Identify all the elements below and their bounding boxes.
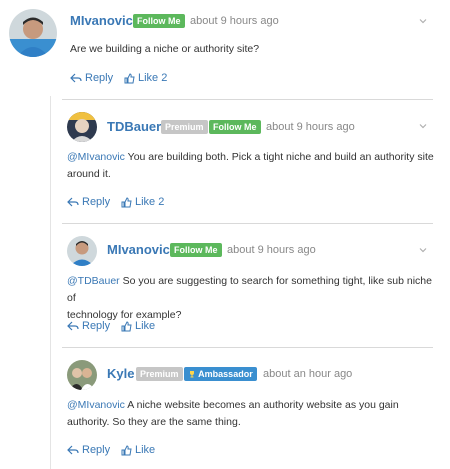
timestamp: about an hour ago <box>263 368 353 380</box>
avatar[interactable] <box>67 360 97 390</box>
reply-button[interactable]: Reply <box>70 71 113 85</box>
premium-badge: Premium <box>161 120 208 134</box>
divider <box>62 223 433 224</box>
avatar[interactable] <box>67 236 97 266</box>
chevron-down-icon[interactable] <box>419 122 427 130</box>
thread-line <box>50 96 51 469</box>
like-button[interactable]: Like 2 <box>124 71 167 85</box>
comment-text: @MIvanovic A niche website becomes an au… <box>67 399 399 428</box>
reply-button[interactable]: Reply <box>67 443 110 457</box>
comment-text: @MIvanovic You are building both. Pick a… <box>67 151 434 180</box>
divider <box>62 347 433 348</box>
thumbs-up-icon <box>121 320 132 331</box>
username[interactable]: Kyle <box>107 366 134 382</box>
reply-arrow-icon <box>67 197 79 207</box>
follow-me-badge[interactable]: Follow Me <box>209 120 261 134</box>
reply-arrow-icon <box>67 445 79 455</box>
username[interactable]: MIvanovic <box>107 242 170 258</box>
comment-text: Are we building a niche or authority sit… <box>70 43 260 55</box>
ambassador-badge: Ambassador <box>184 367 257 381</box>
thumbs-up-icon <box>121 196 132 207</box>
mention-link[interactable]: @TDBauer <box>67 275 120 287</box>
mention-link[interactable]: @MIvanovic <box>67 151 125 163</box>
reply-button[interactable]: Reply <box>67 195 110 209</box>
follow-me-badge[interactable]: Follow Me <box>170 243 222 257</box>
timestamp: about 9 hours ago <box>190 15 279 27</box>
thumbs-up-icon <box>124 72 135 83</box>
chevron-down-icon[interactable] <box>419 246 427 254</box>
timestamp: about 9 hours ago <box>266 121 355 133</box>
like-button[interactable]: Like <box>121 319 155 333</box>
like-button[interactable]: Like 2 <box>121 195 164 209</box>
thumbs-up-icon <box>121 444 132 455</box>
mention-link[interactable]: @MIvanovic <box>67 399 125 411</box>
timestamp: about 9 hours ago <box>227 244 316 256</box>
reply-button[interactable]: Reply <box>67 319 110 333</box>
trophy-icon <box>190 371 194 378</box>
reply-arrow-icon <box>70 73 82 83</box>
chevron-down-icon[interactable] <box>419 17 427 25</box>
follow-me-badge[interactable]: Follow Me <box>133 14 185 28</box>
premium-badge: Premium <box>136 367 183 381</box>
avatar[interactable] <box>67 112 97 142</box>
comment-text: @TDBauer So you are suggesting to search… <box>67 275 432 321</box>
username[interactable]: TDBauer <box>107 119 161 135</box>
reply-arrow-icon <box>67 321 79 331</box>
like-button[interactable]: Like <box>121 443 155 457</box>
avatar[interactable] <box>9 9 57 57</box>
username[interactable]: MIvanovic <box>70 13 133 29</box>
divider <box>62 99 433 100</box>
